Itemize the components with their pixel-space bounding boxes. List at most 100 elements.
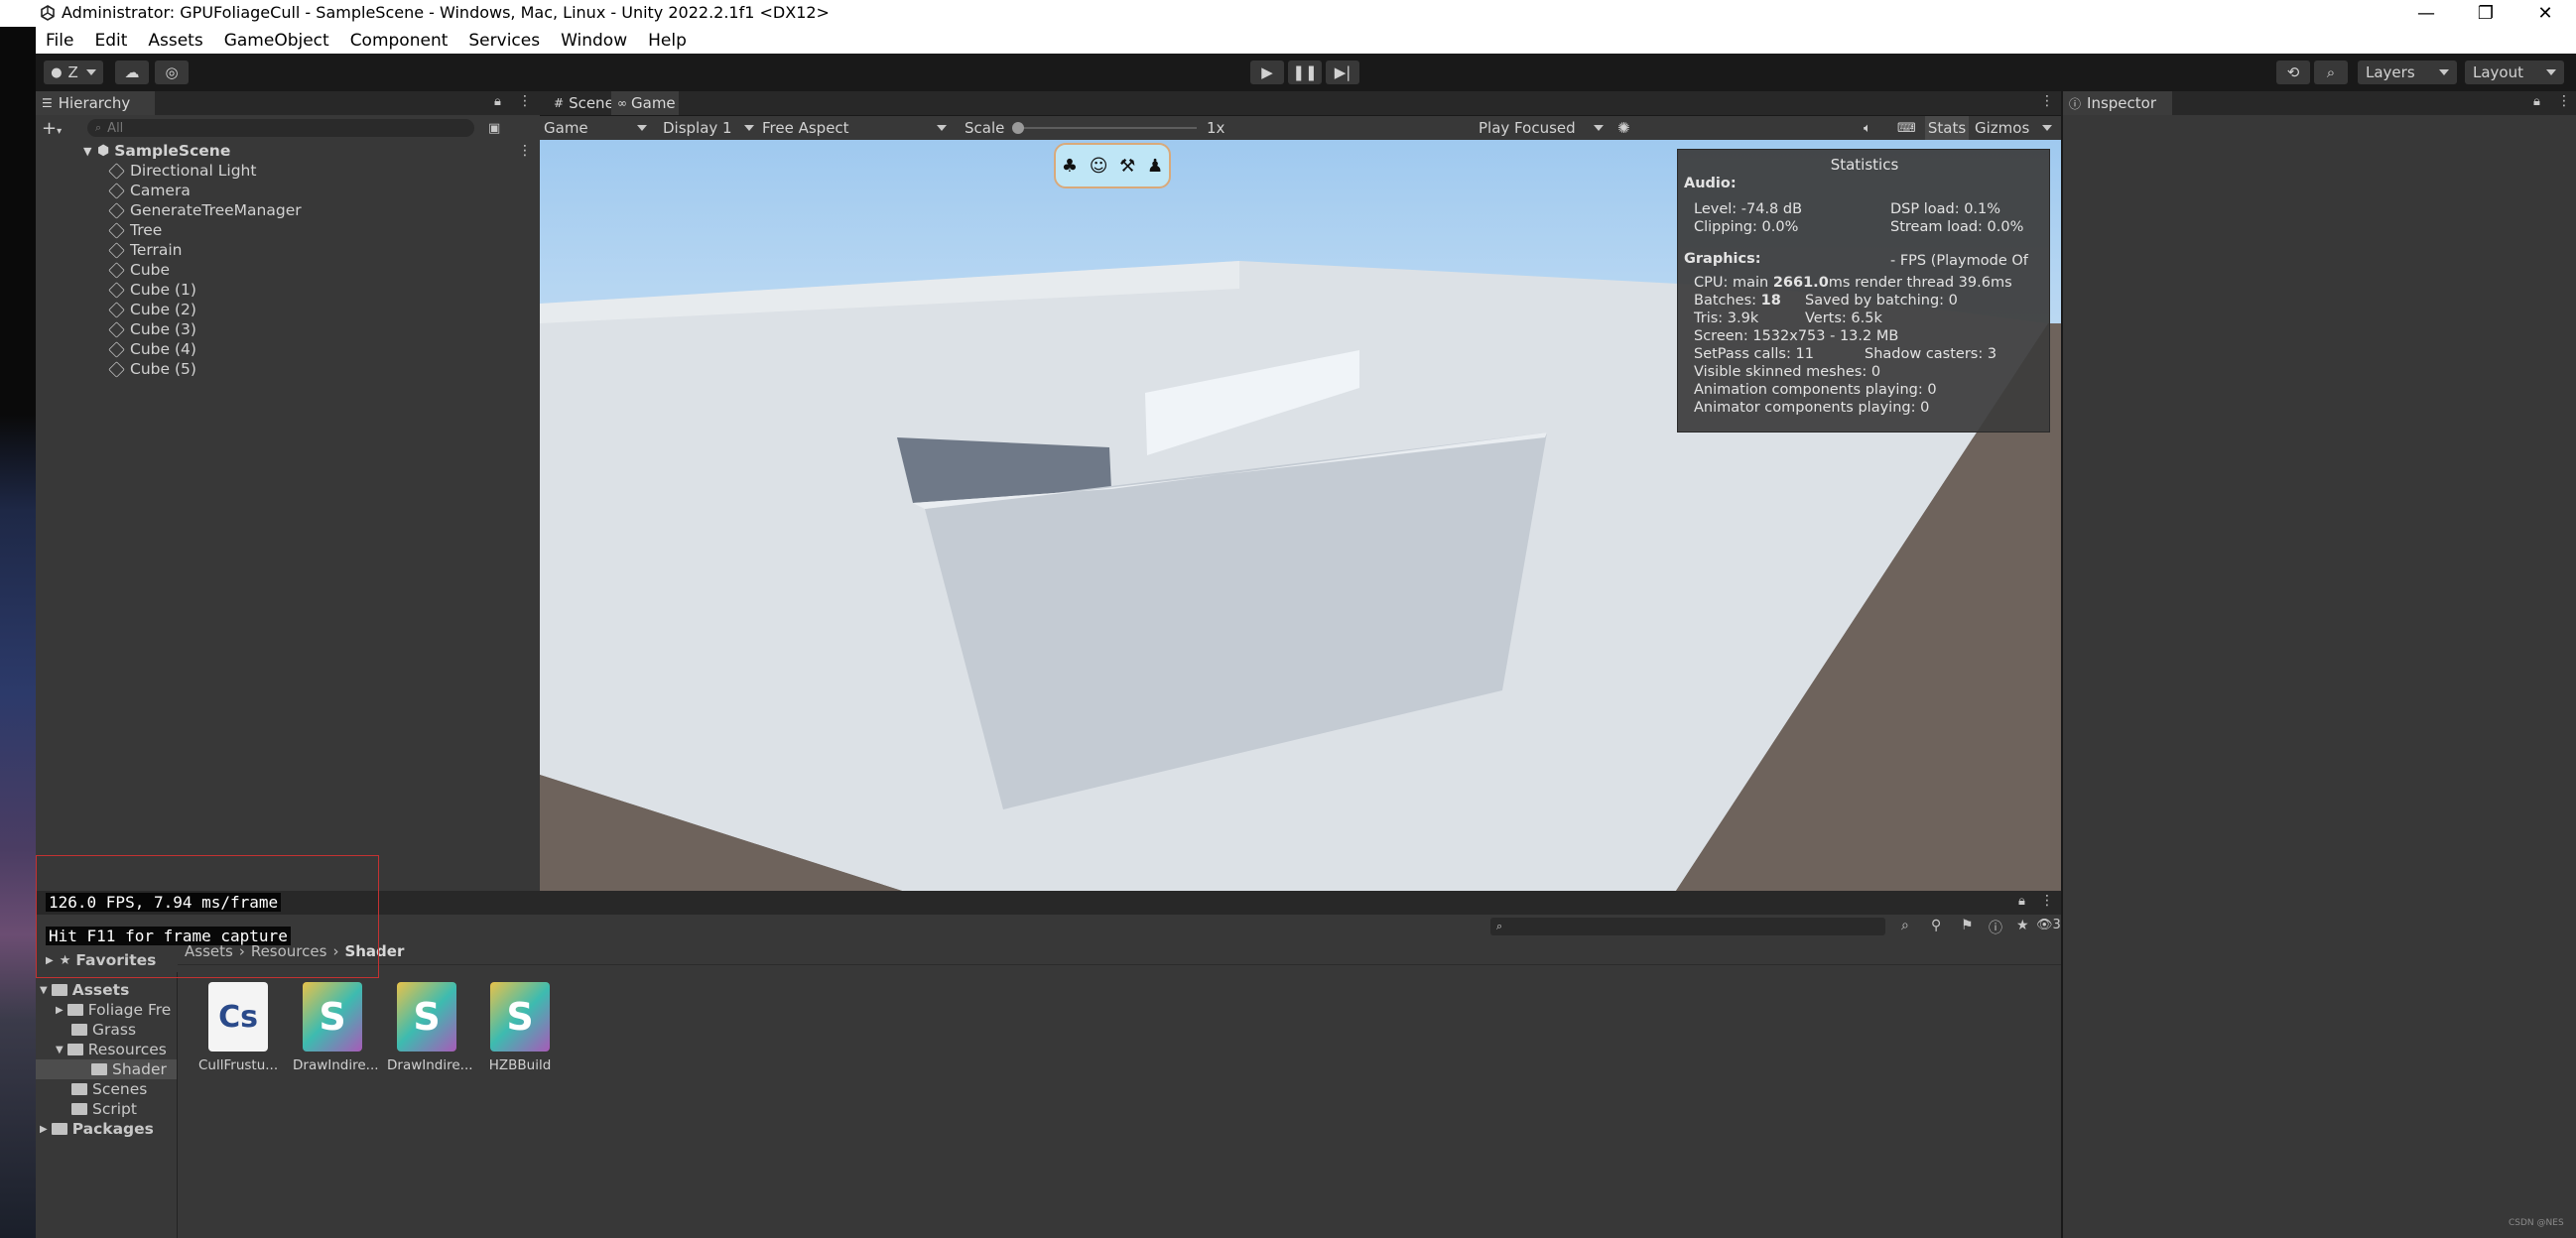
verts-count: Verts: 6.5k (1805, 310, 1882, 326)
tree-item-shader[interactable]: Shader (36, 1059, 177, 1079)
lock-icon[interactable]: 🔒︎ (494, 94, 501, 109)
layers-dropdown[interactable]: Layers (2358, 61, 2457, 84)
list-icon: ☰ (42, 96, 53, 110)
asset-label: CullFrustu... (198, 1057, 279, 1073)
kebab-menu-icon[interactable]: ⋮ (2040, 93, 2054, 109)
menu-gameobject[interactable]: GameObject (224, 31, 329, 51)
tree-item-script[interactable]: Script (71, 1099, 137, 1119)
search-button[interactable]: ⌕ (2314, 61, 2348, 84)
kebab-menu-icon[interactable]: ⋮ (2557, 93, 2571, 109)
list-item[interactable]: Tree (108, 220, 162, 240)
tree-item-scenes[interactable]: Scenes (71, 1079, 147, 1099)
tag-icon[interactable]: ⚑ (1961, 918, 1974, 933)
display-dropdown[interactable]: Display 1 (663, 116, 758, 140)
game-view-dropdown[interactable]: Game (544, 116, 653, 140)
tab-hierarchy[interactable]: ☰ Hierarchy (36, 91, 155, 115)
pause-button[interactable]: ❚❚ (1288, 61, 1322, 84)
search-options-icon[interactable]: ▣ (488, 121, 500, 136)
list-item[interactable]: Terrain (108, 240, 182, 260)
menu-component[interactable]: Component (350, 31, 449, 51)
gameobject-cube-icon (108, 320, 125, 338)
step-icon: ▶| (1334, 63, 1352, 81)
scale-slider[interactable] (1012, 122, 1197, 134)
list-item[interactable]: Cube (1) (108, 280, 196, 300)
tree-item-label: Shader (112, 1060, 167, 1078)
cloud-button[interactable]: ☁ (115, 61, 149, 84)
window-title-bar: Administrator: GPUFoliageCull - SampleSc… (0, 0, 2576, 27)
account-icon: ● (51, 64, 63, 80)
keyboard-icon[interactable]: ⌨ (1897, 116, 1916, 140)
warning-icon[interactable]: ⓘ (1989, 918, 2002, 937)
cpu-stats: CPU: main 2661.0ms render thread 39.6ms (1694, 275, 2012, 291)
account-dropdown[interactable]: ● Z (44, 61, 103, 84)
hierarchy-search-row: +▾ ⌕ All ▣ (42, 117, 536, 139)
filter-icon[interactable]: ⚲ (1931, 918, 1941, 933)
collab-button[interactable]: ◎ (155, 61, 189, 84)
menu-edit[interactable]: Edit (94, 31, 127, 51)
bug-icon[interactable]: ✺ (1617, 116, 1630, 140)
menu-file[interactable]: File (46, 31, 73, 51)
list-item[interactable]: Cube (5) (108, 359, 196, 379)
folder-icon (66, 1004, 83, 1016)
aspect-dropdown[interactable]: Free Aspect (762, 116, 951, 140)
play-mode-dropdown[interactable]: Play Focused (1479, 116, 1608, 140)
tab-inspector[interactable]: ⓘ Inspector (2063, 91, 2172, 115)
lock-icon[interactable]: 🔒︎ (2018, 894, 2025, 909)
asset-cullfrustum[interactable]: Cs CullFrustu... (198, 982, 278, 1073)
list-item[interactable]: Cube (4) (108, 339, 196, 359)
mute-audio-icon[interactable]: 🔈︎ (1864, 116, 1871, 140)
project-search-input[interactable]: ⌕ (1490, 918, 1885, 935)
history-button[interactable]: ⟲ (2276, 61, 2310, 84)
hierarchy-search-input[interactable]: ⌕ All (87, 119, 474, 137)
tree-item-foliage[interactable]: ▶ Foliage Fre (56, 1000, 171, 1020)
tree-item-packages[interactable]: ▶ Packages (40, 1119, 154, 1139)
menu-window[interactable]: Window (561, 31, 627, 51)
scale-slider-thumb[interactable] (1012, 122, 1024, 134)
list-item[interactable]: Camera (108, 181, 191, 200)
favorite-star-icon[interactable]: ★ (2016, 918, 2029, 933)
tab-game[interactable]: ∞ Game (611, 91, 679, 115)
asset-label: DrawIndire... (293, 1057, 379, 1073)
hidden-packages-toggle[interactable]: 👁︎3 (2036, 918, 2061, 932)
list-item[interactable]: Directional Light (108, 161, 256, 181)
gizmos-dropdown[interactable]: Gizmos (1975, 116, 2056, 140)
tree-item-grass[interactable]: Grass (71, 1020, 136, 1040)
list-item[interactable]: Cube (3) (108, 319, 196, 339)
asset-hzbbuild[interactable]: S HZBBuild (480, 982, 560, 1073)
step-button[interactable]: ▶| (1326, 61, 1359, 84)
stats-toggle[interactable]: Stats (1925, 116, 1969, 140)
tab-scene[interactable]: # Scene (548, 91, 614, 115)
game-ui-widget: ♣ ☺ ⚒ ♟ (1054, 143, 1171, 188)
capture-overlay-box (36, 855, 379, 978)
maximize-button[interactable]: ❐ (2457, 0, 2514, 27)
menu-assets[interactable]: Assets (148, 31, 202, 51)
asset-label: DrawIndire... (387, 1057, 473, 1073)
menu-services[interactable]: Services (468, 31, 540, 51)
asset-drawindirect-2[interactable]: S DrawIndire... (387, 982, 473, 1073)
list-item[interactable]: Cube (2) (108, 300, 196, 319)
play-button[interactable]: ▶ (1250, 61, 1284, 84)
grid-icon: # (554, 96, 565, 110)
close-window-button[interactable]: ✕ (2516, 0, 2574, 27)
inspector-panel: ⓘ Inspector 🔒︎ ⋮ (2061, 91, 2576, 1238)
menu-bar: File Edit Assets GameObject Component Se… (36, 27, 2576, 54)
list-item[interactable]: GenerateTreeManager (108, 200, 302, 220)
menu-help[interactable]: Help (648, 31, 687, 51)
kebab-menu-icon[interactable]: ⋮ (518, 93, 532, 109)
kebab-menu-icon[interactable]: ⋮ (518, 143, 532, 159)
pause-icon: ❚❚ (1292, 63, 1318, 81)
tree-item-assets[interactable]: ▼ Assets (40, 980, 129, 1000)
minimize-button[interactable]: — (2397, 0, 2455, 27)
asset-drawindirect-1[interactable]: S DrawIndire... (293, 982, 379, 1073)
list-item[interactable]: Cube (108, 260, 170, 280)
chevron-down-icon (937, 125, 947, 131)
scene-row[interactable]: ▼ ⬢ SampleScene ⋮ (46, 141, 538, 161)
search-by-type-icon[interactable]: ⌕ (1901, 918, 1909, 933)
stream-load: Stream load: 0.0% (1890, 219, 2024, 235)
kebab-menu-icon[interactable]: ⋮ (2040, 893, 2054, 909)
layout-dropdown[interactable]: Layout (2465, 61, 2564, 84)
lock-icon[interactable]: 🔒︎ (2533, 94, 2540, 109)
create-button[interactable]: +▾ (42, 118, 73, 139)
tree-item-resources[interactable]: ▼ Resources (56, 1040, 167, 1059)
tree-item-label: Script (92, 1100, 137, 1118)
